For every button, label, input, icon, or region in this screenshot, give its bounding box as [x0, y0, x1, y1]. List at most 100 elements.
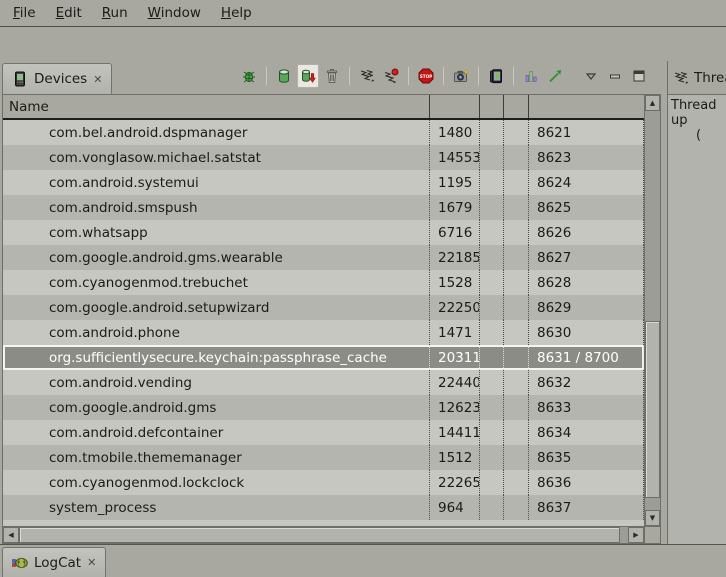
devices-panel: Devices ✕: [0, 61, 662, 544]
logcat-icon: [12, 555, 28, 571]
process-name: com.cyanogenmod.trebuchet: [3, 270, 430, 295]
table-row[interactable]: com.android.phone 1471 8630: [3, 320, 644, 345]
menubar: FileEditRunWindowHelp: [0, 0, 726, 27]
update-threads-icon[interactable]: [356, 64, 378, 88]
device-phone-icon: [12, 71, 28, 87]
tab-devices-close-icon[interactable]: ✕: [93, 74, 102, 85]
threads-panel: Threads Thread up (: [667, 61, 726, 544]
column-header-name[interactable]: Name: [3, 95, 430, 118]
system-information-icon[interactable]: [520, 64, 542, 88]
process-name: com.cyanogenmod.lockclock: [3, 470, 430, 495]
process-name: com.tmobile.thememanager: [3, 445, 430, 470]
column-header-pid[interactable]: [430, 95, 480, 118]
menu-window[interactable]: Window: [138, 2, 211, 24]
table-row[interactable]: system_process 964 8637: [3, 495, 644, 520]
process-pid: 1195: [430, 170, 480, 195]
minimize-icon[interactable]: [604, 64, 626, 88]
menu-file[interactable]: File: [3, 2, 46, 24]
table-row[interactable]: com.vonglasow.michael.satstat 14553 8623: [3, 145, 644, 170]
opengl-trace-icon[interactable]: [544, 64, 566, 88]
threads-message: Thread up (: [668, 94, 726, 544]
update-heap-icon[interactable]: [273, 64, 295, 88]
view-menu-icon[interactable]: [580, 64, 602, 88]
table-row[interactable]: com.google.android.gms 12623 8633: [3, 395, 644, 420]
toolbar-separator: [443, 67, 444, 85]
menu-help[interactable]: Help: [211, 2, 262, 24]
process-name: system_process: [3, 495, 430, 520]
scroll-up-icon[interactable]: ▲: [645, 95, 660, 111]
debug-process-icon[interactable]: [238, 64, 260, 88]
horizontal-scrollbar-thumb[interactable]: [19, 527, 620, 543]
table-row[interactable]: com.cyanogenmod.lockclock 22265 8636: [3, 470, 644, 495]
table-row[interactable]: com.google.android.setupwizard 22250 862…: [3, 295, 644, 320]
process-port: 8625: [529, 195, 644, 220]
scroll-right-icon[interactable]: ▶: [628, 527, 644, 543]
process-pid: 22440: [430, 370, 480, 395]
column-header-empty2[interactable]: [504, 95, 529, 118]
column-header-empty1[interactable]: [480, 95, 504, 118]
toolbar-separator: [478, 67, 479, 85]
bottom-tab-bar: LogCat ✕: [0, 544, 726, 577]
tab-devices-label: Devices: [34, 71, 87, 87]
table-row[interactable]: com.android.systemui 1195 8624: [3, 170, 644, 195]
process-name: com.bel.android.dspmanager: [3, 120, 430, 145]
toolbar-separator: [408, 67, 409, 85]
toolbar-separator: [513, 67, 514, 85]
table-row[interactable]: com.google.android.gms.wearable 22185 86…: [3, 245, 644, 270]
process-port: 8631 / 8700: [529, 345, 644, 370]
dump-hprof-icon[interactable]: [297, 64, 319, 88]
process-name: com.android.smspush: [3, 195, 430, 220]
table-row[interactable]: com.tmobile.thememanager 1512 8635: [3, 445, 644, 470]
tab-logcat[interactable]: LogCat ✕: [2, 547, 106, 577]
table-row[interactable]: com.bel.android.dspmanager 1480 8621: [3, 120, 644, 145]
screen-record-icon[interactable]: [485, 64, 507, 88]
stop-process-icon[interactable]: STOP: [415, 64, 437, 88]
devices-toolbar: STOP: [238, 61, 662, 94]
process-pid: 22265: [430, 470, 480, 495]
tab-threads[interactable]: Threads: [668, 61, 726, 94]
scroll-down-icon[interactable]: ▼: [645, 510, 660, 526]
process-pid: 20311: [430, 345, 480, 370]
table-row[interactable]: org.sufficientlysecure.keychain:passphra…: [3, 345, 644, 370]
scroll-left-icon[interactable]: ◀: [3, 527, 19, 543]
process-name: com.android.defcontainer: [3, 420, 430, 445]
maximize-icon[interactable]: [628, 64, 650, 88]
table-row[interactable]: com.whatsapp 6716 8626: [3, 220, 644, 245]
process-port: 8623: [529, 145, 644, 170]
vertical-scrollbar[interactable]: ▲ ▼: [644, 95, 660, 526]
process-name: com.google.android.gms.wearable: [3, 245, 430, 270]
threads-icon: [673, 70, 689, 86]
table-row[interactable]: com.android.vending 22440 8632: [3, 370, 644, 395]
threads-message-line1: Thread up: [671, 98, 726, 128]
vertical-scrollbar-thumb[interactable]: [645, 321, 660, 498]
process-table: Name com.bel.android.dspmanager 1480 862…: [2, 94, 661, 544]
process-pid: 1679: [430, 195, 480, 220]
process-pid: 14411: [430, 420, 480, 445]
svg-text:STOP: STOP: [420, 73, 433, 78]
toolbar-separator: [349, 67, 350, 85]
table-row[interactable]: com.android.defcontainer 14411 8634: [3, 420, 644, 445]
process-port: 8624: [529, 170, 644, 195]
top-toolbar-strip: [0, 27, 726, 61]
process-port: 8633: [529, 395, 644, 420]
main-area: Devices ✕: [0, 61, 726, 544]
process-port: 8626: [529, 220, 644, 245]
table-row[interactable]: com.cyanogenmod.trebuchet 1528 8628: [3, 270, 644, 295]
start-method-profiling-icon[interactable]: [380, 64, 402, 88]
process-pid: 6716: [430, 220, 480, 245]
process-port: 8630: [529, 320, 644, 345]
process-name: com.google.android.gms: [3, 395, 430, 420]
table-row[interactable]: com.android.smspush 1679 8625: [3, 195, 644, 220]
process-name: org.sufficientlysecure.keychain:passphra…: [3, 345, 430, 370]
table-header: Name: [3, 95, 644, 120]
menu-run[interactable]: Run: [92, 2, 138, 24]
tab-devices[interactable]: Devices ✕: [2, 63, 112, 94]
tab-logcat-close-icon[interactable]: ✕: [87, 557, 96, 568]
column-header-port[interactable]: [529, 95, 644, 118]
cause-gc-icon[interactable]: [321, 64, 343, 88]
scrollbar-corner: [644, 527, 660, 543]
screen-capture-icon[interactable]: [450, 64, 472, 88]
process-pid: 22250: [430, 295, 480, 320]
menu-edit[interactable]: Edit: [46, 2, 92, 24]
horizontal-scrollbar[interactable]: ◀ ▶: [3, 526, 660, 543]
